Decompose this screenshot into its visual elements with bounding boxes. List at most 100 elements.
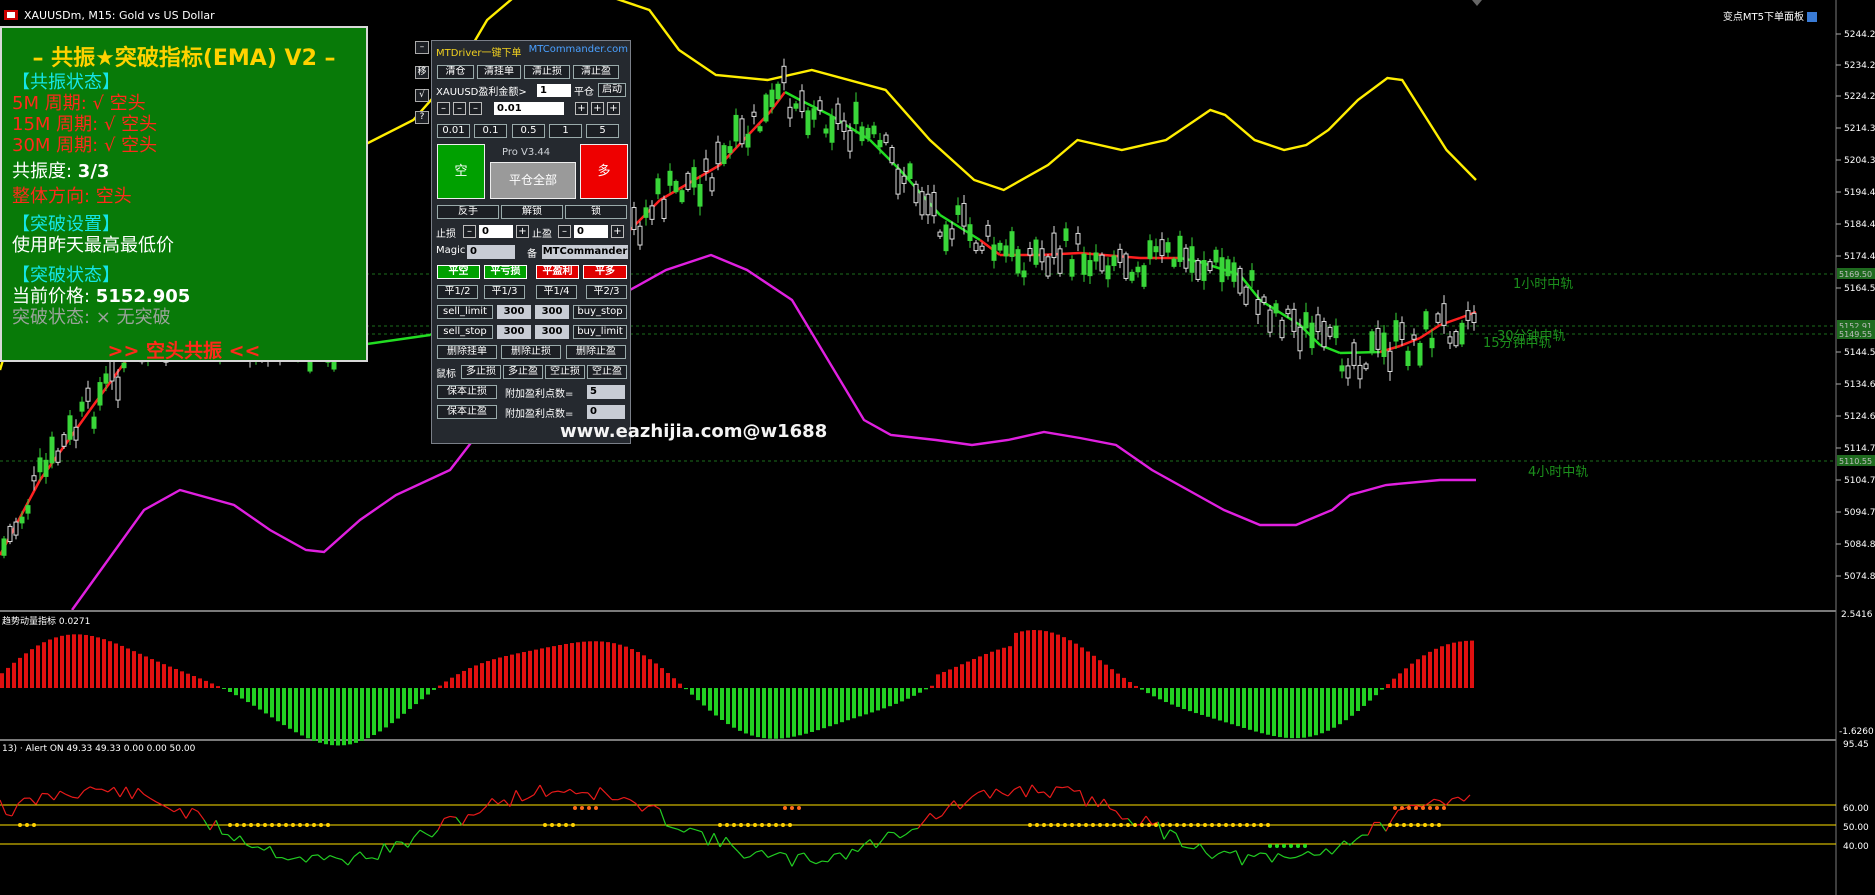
buy-stop-button[interactable]: buy_stop: [573, 305, 627, 319]
lot-minus-1-button[interactable]: –: [437, 102, 450, 115]
histogram-bar: [474, 665, 478, 688]
tp-minus-button[interactable]: –: [558, 225, 571, 238]
mouse-sell-tp-button[interactable]: 空止盈: [587, 365, 627, 379]
close-third-button[interactable]: 平1/3: [484, 285, 525, 299]
reverse-button[interactable]: 反手: [437, 205, 499, 219]
candle-body: [955, 205, 961, 215]
rsi-line-segment: [1235, 850, 1243, 866]
histogram-bar: [180, 671, 184, 688]
extra-points-sl-input[interactable]: 5: [587, 385, 625, 399]
sl-label: 止损: [436, 229, 456, 240]
sell-button[interactable]: 空: [437, 144, 485, 199]
close-half-button[interactable]: 平1/2: [437, 285, 478, 299]
mt-panel-site-link[interactable]: MTCommander.com: [529, 44, 628, 55]
close-all-positions-button[interactable]: 清仓: [437, 65, 474, 79]
buy-stop-points-input[interactable]: 300: [535, 305, 569, 319]
extra-points-tp-input[interactable]: 0: [587, 405, 625, 419]
momentum-max-label: 2.5416: [1841, 610, 1873, 620]
rsi-line-segment: [215, 820, 223, 835]
histogram-bar: [648, 659, 652, 688]
histogram-bar: [1302, 688, 1306, 738]
lot-plus-3-button[interactable]: +: [607, 102, 620, 115]
delete-pending-button[interactable]: 删除挂单: [437, 345, 497, 359]
sell-limit-points-input[interactable]: 300: [497, 305, 531, 319]
buy-limit-points-input[interactable]: 300: [535, 325, 569, 339]
rsi-line-segment: [593, 787, 601, 801]
candle-body: [931, 191, 937, 217]
histogram-bar: [912, 688, 916, 696]
sl-input[interactable]: 0: [479, 225, 513, 238]
sell-stop-points-input[interactable]: 300: [497, 325, 531, 339]
breakeven-tp-button[interactable]: 保本止盈: [437, 405, 497, 419]
rsi-line-segment: [437, 818, 445, 831]
histogram-bar: [378, 688, 382, 732]
buy-limit-button[interactable]: buy_limit: [573, 325, 627, 339]
pnl-input[interactable]: 1: [537, 84, 571, 97]
lot-preset-5-button[interactable]: 5: [586, 124, 619, 138]
candle-body: [1435, 313, 1441, 323]
close-winning-button[interactable]: 平盈利: [536, 265, 579, 279]
lot-plus-2-button[interactable]: +: [591, 102, 604, 115]
clear-tp-button[interactable]: 清止盈: [573, 65, 619, 79]
delete-tp-button[interactable]: 删除止盈: [566, 345, 626, 359]
lot-plus-1-button[interactable]: +: [575, 102, 588, 115]
comment-input[interactable]: MTCommander: [542, 245, 628, 259]
magic-input[interactable]: 0: [467, 245, 515, 259]
candle-body: [1465, 310, 1471, 321]
sell-stop-button[interactable]: sell_stop: [437, 325, 493, 339]
close-losing-button[interactable]: 平亏损: [484, 265, 527, 279]
tp-plus-button[interactable]: +: [611, 225, 624, 238]
top-right-panel-label[interactable]: 变点MT5下单面板: [1723, 8, 1817, 23]
mouse-buy-sl-button[interactable]: 多止损: [461, 365, 501, 379]
rsi-signal-dot-high: [1428, 806, 1432, 810]
delete-sl-button[interactable]: 删除止损: [501, 345, 561, 359]
sl-minus-button[interactable]: –: [463, 225, 476, 238]
panel-help-button[interactable]: ?: [415, 111, 429, 124]
rsi-signal-dot: [760, 823, 764, 827]
candle-body: [697, 184, 703, 207]
rsi-line-segment: [599, 787, 607, 794]
sell-limit-button[interactable]: sell_limit: [437, 305, 493, 319]
lot-size-input[interactable]: 0.01: [494, 102, 564, 115]
panel-check-button[interactable]: √: [415, 89, 429, 102]
ema-segment: [784, 90, 801, 102]
sl-plus-button[interactable]: +: [516, 225, 529, 238]
lot-preset-05-button[interactable]: 0.5: [512, 124, 545, 138]
lot-minus-3-button[interactable]: –: [469, 102, 482, 115]
close-all-button[interactable]: 平仓全部: [490, 162, 576, 199]
lot-minus-2-button[interactable]: –: [453, 102, 466, 115]
unlock-button[interactable]: 解锁: [501, 205, 563, 219]
panel-move-button[interactable]: 移: [415, 66, 429, 79]
close-buy-button[interactable]: 平多: [583, 265, 627, 279]
histogram-bar: [1314, 688, 1318, 736]
lot-preset-01-button[interactable]: 0.1: [474, 124, 507, 138]
lot-preset-1-button[interactable]: 1: [549, 124, 582, 138]
start-button[interactable]: 启动: [598, 83, 626, 97]
histogram-bar: [1272, 688, 1276, 737]
histogram-bar: [540, 648, 544, 688]
extra-points-label-2: 附加盈利点数=: [505, 409, 574, 420]
candle-body: [43, 459, 49, 477]
close-at-label: 平仓: [574, 87, 594, 98]
breakeven-sl-button[interactable]: 保本止损: [437, 385, 497, 399]
close-sell-button[interactable]: 平空: [437, 265, 480, 279]
close-two-thirds-button[interactable]: 平2/3: [586, 285, 627, 299]
rsi-line-segment: [1451, 796, 1459, 800]
mouse-sell-sl-button[interactable]: 空止损: [545, 365, 585, 379]
rsi-signal-dot: [557, 823, 561, 827]
buy-button[interactable]: 多: [580, 144, 628, 199]
histogram-bar: [744, 688, 748, 734]
panel-minimize-button[interactable]: –: [415, 41, 429, 54]
mouse-buy-tp-button[interactable]: 多止盈: [503, 365, 543, 379]
tp-input[interactable]: 0: [574, 225, 608, 238]
clear-sl-button[interactable]: 清止损: [524, 65, 570, 79]
clear-pending-button[interactable]: 清挂单: [477, 65, 521, 79]
close-quarter-button[interactable]: 平1/4: [536, 285, 577, 299]
histogram-bar: [96, 637, 100, 688]
lock-button[interactable]: 锁: [565, 205, 627, 219]
lot-preset-001-button[interactable]: 0.01: [437, 124, 470, 138]
rsi-line-segment: [293, 856, 301, 860]
ema-segment: [719, 111, 771, 166]
histogram-bar: [204, 680, 208, 688]
histogram-bar: [30, 649, 34, 688]
